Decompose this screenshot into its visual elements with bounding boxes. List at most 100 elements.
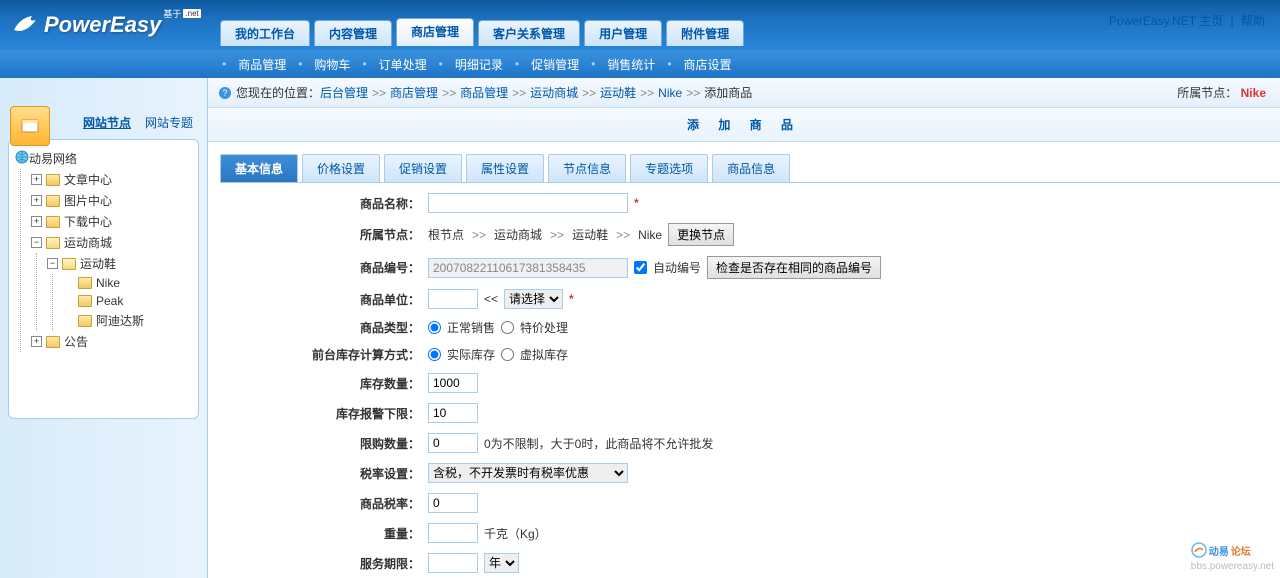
tree-toggle-icon[interactable]: + bbox=[31, 216, 42, 227]
svg-text:?: ? bbox=[222, 88, 227, 98]
form-tab-attr[interactable]: 属性设置 bbox=[466, 154, 544, 182]
tree-item[interactable]: −运动鞋 bbox=[47, 253, 192, 274]
tree-toggle-icon[interactable]: + bbox=[31, 174, 42, 185]
subnav-order[interactable]: 订单处理 bbox=[379, 56, 427, 73]
page-title: 添 加 商 品 bbox=[208, 108, 1280, 142]
stock-real-radio[interactable] bbox=[428, 348, 441, 361]
crumb[interactable]: 商品管理 bbox=[460, 84, 508, 101]
tax-setting-select[interactable]: 含税，不开发票时有税率优惠 bbox=[428, 463, 628, 483]
label-tax-setting: 税率设置： bbox=[228, 465, 428, 482]
form-tab-promo[interactable]: 促销设置 bbox=[384, 154, 462, 182]
check-code-button[interactable]: 检查是否存在相同的商品编号 bbox=[707, 256, 881, 279]
required-mark: * bbox=[569, 292, 574, 306]
type-normal-radio[interactable] bbox=[428, 321, 441, 334]
stock-virtual-radio[interactable] bbox=[501, 348, 514, 361]
node-path-part: 运动鞋 bbox=[572, 226, 608, 243]
folder-icon bbox=[46, 336, 60, 348]
node-path-part: 运动商城 bbox=[494, 226, 542, 243]
form-tab-basic[interactable]: 基本信息 bbox=[220, 154, 298, 182]
tree-toggle-icon[interactable]: + bbox=[31, 336, 42, 347]
node-path-part: Nike bbox=[638, 228, 662, 242]
tree-item[interactable]: +文章中心 bbox=[31, 169, 192, 190]
auto-code-label: 自动编号 bbox=[653, 259, 701, 276]
watermark-icon bbox=[1191, 542, 1207, 558]
sidebar-tab-nodes[interactable]: 网站节点 bbox=[79, 112, 135, 133]
product-code-input[interactable] bbox=[428, 258, 628, 278]
subnav-detail[interactable]: 明细记录 bbox=[455, 56, 503, 73]
label-tax-rate: 商品税率： bbox=[228, 495, 428, 512]
breadcrumb-right: 所属节点： Nike bbox=[1177, 84, 1266, 101]
main-nav: 我的工作台 内容管理 商店管理 客户关系管理 用户管理 附件管理 bbox=[220, 0, 744, 50]
form-tab-node[interactable]: 节点信息 bbox=[548, 154, 626, 182]
subnav-cart[interactable]: 购物车 bbox=[314, 56, 350, 73]
label-stock-alert: 库存报警下限： bbox=[228, 405, 428, 422]
crumb[interactable]: 商店管理 bbox=[390, 84, 438, 101]
service-unit-select[interactable]: 年 bbox=[484, 553, 519, 573]
weight-input[interactable] bbox=[428, 523, 478, 543]
nav-tab-attach[interactable]: 附件管理 bbox=[666, 20, 744, 46]
product-name-input[interactable] bbox=[428, 193, 628, 213]
form-tab-price[interactable]: 价格设置 bbox=[302, 154, 380, 182]
crumb[interactable]: 运动鞋 bbox=[600, 84, 636, 101]
sidebar-module-icon bbox=[10, 106, 50, 146]
stock-alert-input[interactable] bbox=[428, 403, 478, 423]
crumb[interactable]: 运动商城 bbox=[530, 84, 578, 101]
nav-tab-crm[interactable]: 客户关系管理 bbox=[478, 20, 580, 46]
tree-item[interactable]: 阿迪达斯 bbox=[63, 310, 192, 331]
subnav-promo[interactable]: 促销管理 bbox=[531, 56, 579, 73]
label-limit: 限购数量： bbox=[228, 435, 428, 452]
tax-rate-input[interactable] bbox=[428, 493, 478, 513]
nav-tab-content[interactable]: 内容管理 bbox=[314, 20, 392, 46]
change-node-button[interactable]: 更换节点 bbox=[668, 223, 734, 246]
type-special-radio[interactable] bbox=[501, 321, 514, 334]
subnav-settings[interactable]: 商店设置 bbox=[684, 56, 732, 73]
unit-input[interactable] bbox=[428, 289, 478, 309]
crumb[interactable]: 后台管理 bbox=[320, 84, 368, 101]
form-area: 商品名称： * 所属节点： 根节点>> 运动商城>> 运动鞋>> Nike 更换… bbox=[208, 183, 1280, 578]
form-tab-info[interactable]: 商品信息 bbox=[712, 154, 790, 182]
form-tab-topic[interactable]: 专题选项 bbox=[630, 154, 708, 182]
home-link[interactable]: PowerEasy.NET 主页 bbox=[1109, 14, 1223, 28]
nav-tab-workbench[interactable]: 我的工作台 bbox=[220, 20, 310, 46]
node-path-part: 根节点 bbox=[428, 226, 464, 243]
tree-item[interactable]: +图片中心 bbox=[31, 190, 192, 211]
label-stock-qty: 库存数量： bbox=[228, 375, 428, 392]
site-tree: 动易网络 +文章中心 +图片中心 +下载中心 −运动商城 −运动鞋 Nike P… bbox=[8, 139, 199, 419]
service-input[interactable] bbox=[428, 553, 478, 573]
tree-root[interactable]: 动易网络 bbox=[15, 148, 192, 169]
tree-item[interactable]: Peak bbox=[63, 292, 192, 310]
unit-select[interactable]: 请选择 bbox=[504, 289, 563, 309]
label-weight: 重量： bbox=[228, 525, 428, 542]
subnav-product[interactable]: 商品管理 bbox=[238, 56, 286, 73]
folder-icon bbox=[46, 195, 60, 207]
tree-item[interactable]: Nike bbox=[63, 274, 192, 292]
limit-input[interactable] bbox=[428, 433, 478, 453]
top-bar: PowerEasy 基于 .net 我的工作台 内容管理 商店管理 客户关系管理… bbox=[0, 0, 1280, 50]
tree-item[interactable]: −运动商城 bbox=[31, 232, 192, 253]
current-node-value: Nike bbox=[1241, 86, 1266, 100]
logo: PowerEasy 基于 .net bbox=[0, 0, 200, 50]
crumb[interactable]: Nike bbox=[658, 86, 682, 100]
subnav-stats[interactable]: 销售统计 bbox=[607, 56, 655, 73]
limit-hint: 0为不限制，大于0时，此商品将不允许批发 bbox=[484, 435, 713, 452]
folder-open-icon bbox=[62, 258, 76, 270]
label-stock-method: 前台库存计算方式： bbox=[228, 346, 428, 363]
nav-tab-shop[interactable]: 商店管理 bbox=[396, 18, 474, 46]
nav-tab-user[interactable]: 用户管理 bbox=[584, 20, 662, 46]
tree-item[interactable]: +公告 bbox=[31, 331, 192, 352]
folder-icon bbox=[78, 315, 92, 327]
label-type: 商品类型： bbox=[228, 319, 428, 336]
sidebar-tab-topics[interactable]: 网站专题 bbox=[141, 112, 197, 133]
help-link[interactable]: 帮助 bbox=[1241, 14, 1265, 28]
required-mark: * bbox=[634, 196, 639, 210]
tree-item[interactable]: +下载中心 bbox=[31, 211, 192, 232]
auto-code-checkbox[interactable] bbox=[634, 261, 647, 274]
label-node: 所属节点： bbox=[228, 226, 428, 243]
stock-qty-input[interactable] bbox=[428, 373, 478, 393]
tree-toggle-icon[interactable]: − bbox=[47, 258, 58, 269]
tree-toggle-icon[interactable]: − bbox=[31, 237, 42, 248]
label-unit: 商品单位： bbox=[228, 291, 428, 308]
label-product-name: 商品名称： bbox=[228, 195, 428, 212]
crumb-current: 添加商品 bbox=[704, 84, 752, 101]
tree-toggle-icon[interactable]: + bbox=[31, 195, 42, 206]
